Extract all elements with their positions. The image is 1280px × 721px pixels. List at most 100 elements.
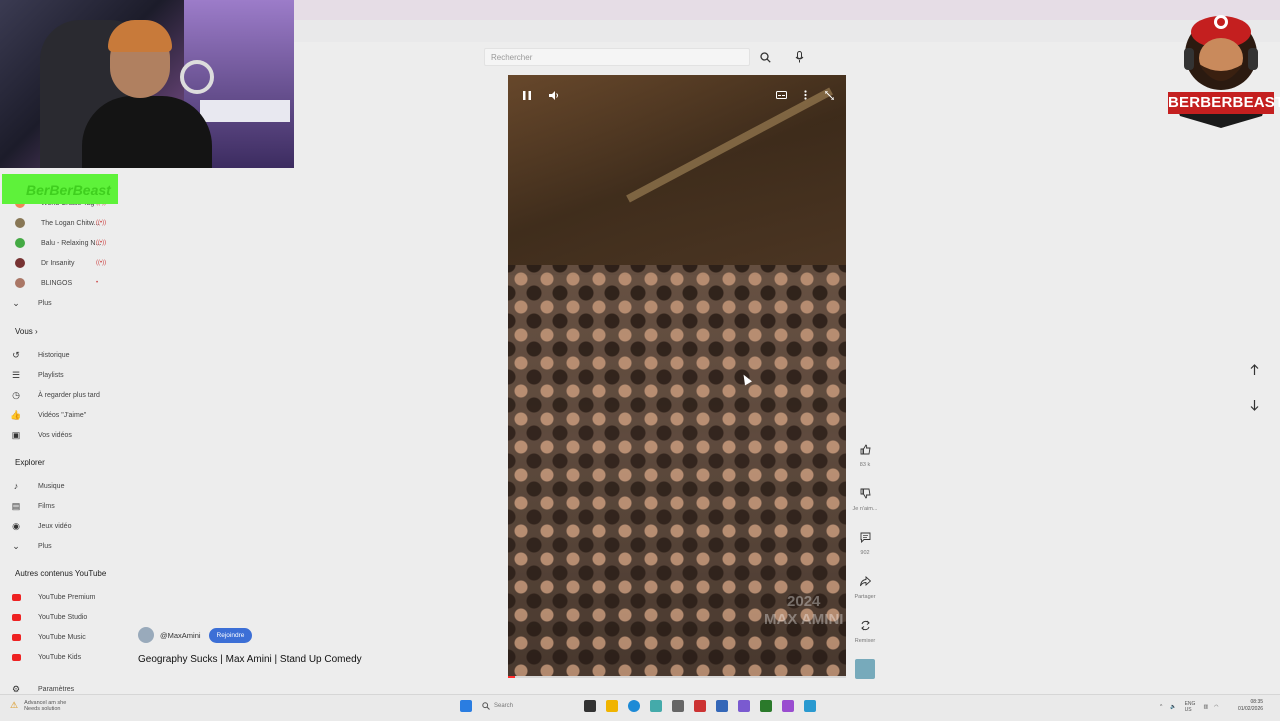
brand-badge: BerBerBeast (2, 174, 118, 204)
more_youtube-item[interactable]: YouTube Music (10, 629, 86, 645)
captions-button[interactable] (774, 88, 788, 102)
taskbar-alert[interactable]: ⚠ Advancel am she Needs solution (10, 700, 66, 712)
explore-item[interactable]: ♪ Musique (10, 478, 65, 494)
subscription-name: Dr Insanity (41, 259, 75, 267)
webcam-overlay (0, 0, 294, 168)
subscription-item[interactable]: Dr Insanity ((•)) (10, 255, 106, 271)
mail-app[interactable] (716, 700, 728, 712)
subscriptions-more-button[interactable]: ⌄ Plus (10, 295, 52, 311)
other-app[interactable] (804, 700, 816, 712)
voice-search-button[interactable] (790, 49, 808, 65)
playlist-icon: ☰ (11, 369, 21, 380)
more-vertical-icon (803, 90, 807, 100)
like-button[interactable]: 83 k (846, 444, 884, 468)
edge-browser-app[interactable] (628, 700, 640, 712)
you-section-title[interactable]: Vous › (15, 327, 38, 336)
you-item[interactable]: ◷ À regarder plus tard (10, 387, 100, 403)
channel-info: @MaxAmini Rejoindre (138, 627, 253, 643)
tray-lang-2: US (1184, 707, 1192, 713)
thumb-up-icon: 👍 (10, 409, 22, 420)
chrome-app[interactable] (650, 700, 662, 712)
steam-app[interactable] (672, 700, 684, 712)
subscription-name: BLINGOS (41, 279, 73, 287)
clock-time: 08:35 (1250, 699, 1264, 705)
captions-icon (775, 91, 787, 99)
terminal-app[interactable] (760, 700, 772, 712)
brand-badge-text: BerBerBeast (26, 182, 111, 198)
more_youtube-item-label: YouTube Premium (38, 593, 96, 601)
game-app[interactable] (694, 700, 706, 712)
search-button[interactable] (756, 49, 774, 65)
you-item[interactable]: 👍 Vidéos "J'aime" (10, 407, 86, 423)
logo-text: BERBERBEAST (1168, 94, 1280, 111)
subscription-item[interactable]: The Logan Chitw... ((•)) (10, 215, 106, 231)
streamer-body (82, 96, 212, 168)
explore-item-label: Jeux vidéo (38, 522, 72, 530)
discord-app[interactable] (738, 700, 750, 712)
pause-button[interactable] (520, 88, 534, 102)
settings-label: Paramètres (38, 685, 75, 693)
fullscreen-button[interactable] (822, 88, 836, 102)
channel-avatar-small[interactable] (855, 659, 875, 679)
dislike-button[interactable]: Je n'aim... (846, 488, 884, 512)
explore-item[interactable]: ⌄ Plus (10, 538, 51, 554)
channel-avatar (15, 278, 25, 288)
share-button[interactable]: Partager (846, 575, 884, 600)
channel-avatar (15, 218, 25, 228)
search-input[interactable]: Rechercher (484, 48, 750, 66)
task-view-app[interactable] (584, 700, 596, 712)
more_youtube-item[interactable]: YouTube Kids (10, 649, 81, 665)
volume-icon (549, 90, 558, 100)
more_youtube-item[interactable]: YouTube Premium (10, 589, 95, 605)
you-item[interactable]: ↺ Historique (10, 347, 70, 363)
join-button[interactable]: Rejoindre (208, 627, 253, 643)
subscription-item[interactable]: BLINGOS • (10, 275, 98, 291)
explore-item[interactable]: ▤ Films (10, 498, 55, 514)
live-indicator-icon: ((•)) (96, 260, 107, 266)
thumb-up-icon (860, 444, 871, 458)
channel-handle[interactable]: @MaxAmini (160, 631, 201, 640)
obs-app[interactable] (782, 700, 794, 712)
remix-button[interactable]: Remixer (846, 620, 884, 644)
music-icon: ♪ (13, 481, 19, 491)
explore-item[interactable]: ◉ Jeux vidéo (10, 518, 71, 534)
more_youtube-item-label: YouTube Studio (38, 613, 88, 621)
video-progress-bar[interactable] (508, 676, 846, 678)
pause-icon (523, 90, 531, 100)
explore-item-label: Films (38, 502, 55, 510)
sidebar: CNN-News18((•))World Chase Tag((•))The L… (0, 170, 128, 694)
comments-button[interactable]: 902 (846, 532, 884, 556)
volume-button[interactable] (547, 88, 561, 102)
start-button[interactable] (460, 700, 472, 712)
channel-avatar (15, 238, 25, 248)
you-item-label: Historique (38, 351, 70, 359)
subscription-name: Balu - Relaxing N... (41, 239, 102, 247)
taskbar-search[interactable]: Search (482, 699, 572, 713)
channel-avatar[interactable] (138, 627, 154, 643)
video-progress-fill (508, 676, 515, 678)
subscriptions-more-label: Plus (38, 299, 52, 307)
you-item[interactable]: ☰ Playlists (10, 367, 64, 383)
video-watermark: 2024 MAX AMINI (764, 593, 843, 629)
more-options-button[interactable] (798, 88, 812, 102)
you-item-label: Vidéos "J'aime" (38, 411, 87, 419)
system-tray[interactable]: ^ 🔈 ENG US ▥ ◠ (1160, 701, 1219, 713)
comment-icon (860, 532, 871, 546)
chevron-down-icon: ⌄ (12, 297, 20, 308)
more_youtube-item[interactable]: YouTube Studio (10, 609, 87, 625)
thumb-down-icon (860, 488, 871, 502)
next-short-button[interactable] (1244, 395, 1264, 415)
live-indicator-icon: • (96, 280, 99, 286)
file-explorer-app[interactable] (606, 700, 618, 712)
gamepad-icon: ◉ (12, 520, 20, 531)
subscription-item[interactable]: Balu - Relaxing N... ((•)) (10, 235, 106, 251)
comments-label: 902 (860, 550, 870, 556)
video-title[interactable]: Geography Sucks | Max Amini | Stand Up C… (138, 654, 362, 665)
you-item[interactable]: ▣ Vos vidéos (10, 427, 72, 443)
arrow-down-icon (1250, 399, 1258, 411)
previous-short-button[interactable] (1244, 359, 1264, 379)
short-video-player[interactable]: 2024 MAX AMINI (508, 75, 846, 678)
network-icon: ▥ (1203, 704, 1209, 710)
taskbar-search-label: Search (494, 703, 514, 709)
taskbar-clock[interactable]: 08:35 01/02/2026 (1238, 699, 1263, 713)
